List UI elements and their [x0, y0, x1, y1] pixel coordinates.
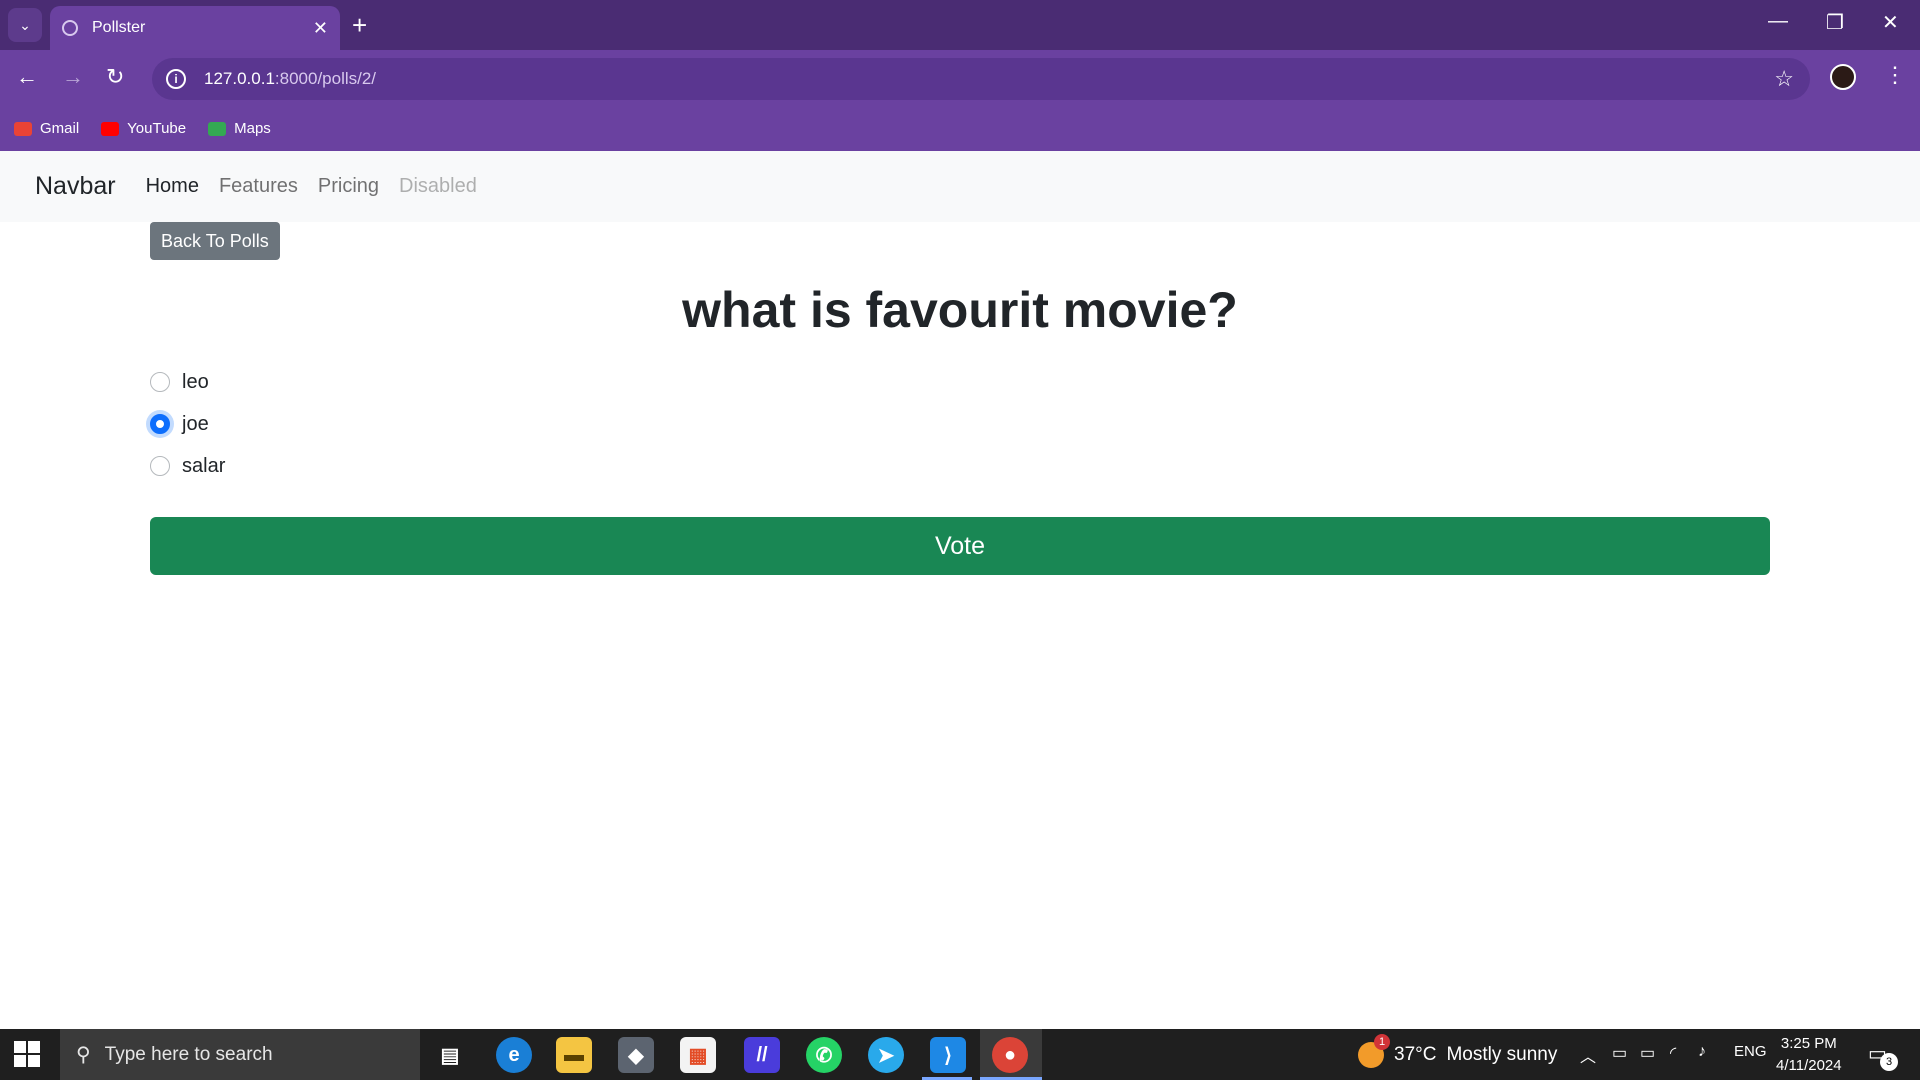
radio-button[interactable] [150, 372, 170, 392]
radio-button-checked[interactable] [150, 414, 170, 434]
url-host: 127.0.0.1 [204, 69, 275, 88]
nav-link-pricing[interactable]: Pricing [318, 175, 379, 198]
restore-icon[interactable]: ❐ [1826, 10, 1844, 35]
clock-time: 3:25 PM [1780, 1035, 1837, 1052]
tab-search-chevron-icon[interactable]: ⌄ [8, 8, 42, 42]
bookmark-label: YouTube [127, 120, 187, 137]
bookmarks-bar: Gmail YouTube Maps [0, 106, 1920, 151]
store-icon[interactable]: ▦ [680, 1037, 716, 1073]
nav-link-disabled: Disabled [399, 175, 477, 197]
windows-start-icon[interactable] [14, 1041, 40, 1067]
task-view-icon[interactable]: ▤ [432, 1037, 468, 1073]
clock-date: 4/11/2024 [1776, 1057, 1842, 1074]
minimize-icon[interactable]: — [1768, 10, 1788, 33]
back-to-polls-button[interactable]: Back To Polls [150, 222, 280, 260]
volume-icon[interactable]: ♪ [1698, 1043, 1706, 1061]
window-close-icon[interactable]: ✕ [1882, 10, 1899, 35]
telegram-icon[interactable]: ➤ [868, 1037, 904, 1073]
browser-menu-icon[interactable]: ⋮ [1884, 62, 1906, 88]
whatsapp-icon[interactable]: ✆ [806, 1037, 842, 1073]
back-arrow-icon[interactable]: ← [16, 64, 38, 90]
globe-icon [62, 20, 78, 36]
site-navbar: Navbar Home Features Pricing Disabled [0, 151, 1920, 222]
profile-avatar[interactable] [1830, 64, 1856, 90]
address-bar[interactable]: i 127.0.0.1:8000/polls/2/ ☆ [152, 58, 1810, 100]
site-info-icon[interactable]: i [166, 69, 186, 89]
bookmark-gmail[interactable]: Gmail [14, 120, 79, 137]
browser-toolbar: ← → ↻ i 127.0.0.1:8000/polls/2/ ☆ ⋮ [0, 50, 1920, 106]
choice-joe[interactable]: joe [150, 403, 225, 445]
bookmark-maps[interactable]: Maps [208, 120, 271, 137]
chevron-up-icon[interactable]: ︿ [1580, 1043, 1596, 1067]
vscode-icon[interactable]: ⟩ [930, 1037, 966, 1073]
windows-taskbar: ⚲ Type here to search ▤ e ▬ ◆ ▦ // ✆ ➤ ⟩… [0, 1029, 1920, 1080]
radio-button[interactable] [150, 456, 170, 476]
choice-salar[interactable]: salar [150, 445, 225, 487]
weather-sun-icon: 1 [1358, 1033, 1390, 1068]
maps-icon [208, 121, 227, 136]
bookmark-youtube[interactable]: YouTube [101, 120, 186, 137]
choice-label: leo [182, 370, 209, 393]
file-explorer-icon[interactable]: ▬ [556, 1037, 592, 1073]
reload-icon[interactable]: ↻ [106, 64, 124, 90]
navbar-brand[interactable]: Navbar [35, 172, 116, 201]
choice-label: salar [182, 454, 226, 477]
search-icon: ⚲ [76, 1044, 91, 1066]
system-clock[interactable]: 3:25 PM 4/11/2024 [1776, 1033, 1842, 1077]
app-icon[interactable]: // [744, 1037, 780, 1073]
tab-close-icon[interactable]: ✕ [313, 18, 328, 39]
weather-badge: 1 [1374, 1033, 1390, 1050]
choice-label: joe [182, 412, 209, 435]
temperature: 37°C [1394, 1043, 1437, 1065]
battery-icon[interactable]: ▭ [1640, 1043, 1655, 1063]
chrome-icon[interactable]: ● [992, 1037, 1028, 1073]
youtube-icon [101, 121, 120, 136]
url-path: :8000/polls/2/ [274, 69, 377, 88]
edge-icon[interactable]: e [496, 1037, 532, 1073]
gmail-icon [14, 121, 32, 136]
choice-leo[interactable]: leo [150, 361, 225, 403]
vote-button[interactable]: Vote [150, 517, 1770, 575]
weather-condition: Mostly sunny [1446, 1043, 1558, 1065]
browser-tab[interactable]: Pollster ✕ [50, 6, 340, 50]
page-content: Navbar Home Features Pricing Disabled Ba… [0, 151, 1920, 1029]
weather-widget[interactable]: 1 37°C Mostly sunny [1358, 1029, 1557, 1080]
forward-arrow-icon[interactable]: → [62, 64, 84, 90]
poll-question: what is favourit movie? [682, 282, 1238, 338]
meet-icon[interactable]: ▭ [1612, 1043, 1627, 1063]
taskbar-search-box[interactable]: ⚲ Type here to search [60, 1029, 420, 1080]
bookmark-star-icon[interactable]: ☆ [1774, 66, 1794, 92]
unity-icon[interactable]: ◆ [618, 1037, 654, 1073]
poll-choices: leo joe salar [150, 361, 225, 487]
nav-link-features[interactable]: Features [219, 175, 298, 198]
bookmark-label: Gmail [40, 120, 80, 137]
browser-tab-strip: ⌄ Pollster ✕ + — ❐ ✕ [0, 0, 1920, 50]
new-tab-button[interactable]: + [352, 10, 367, 40]
nav-link-home[interactable]: Home [146, 175, 199, 198]
bookmark-label: Maps [234, 120, 271, 137]
wifi-icon[interactable]: ◜ [1670, 1043, 1676, 1063]
search-placeholder: Type here to search [104, 1043, 273, 1065]
tab-title: Pollster [92, 19, 146, 36]
notification-count: 3 [1880, 1053, 1898, 1071]
language-indicator[interactable]: ENG [1734, 1043, 1767, 1060]
